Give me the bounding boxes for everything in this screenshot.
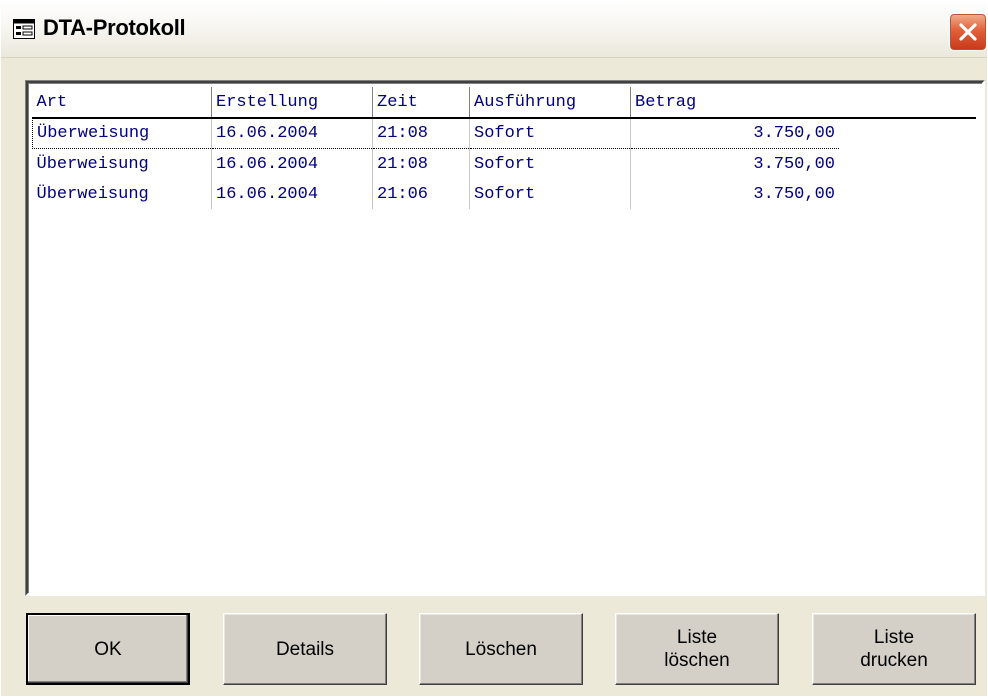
close-icon [959, 23, 977, 41]
details-button[interactable]: Details [223, 613, 387, 685]
cell-betrag: 3.750,00 [630, 117, 839, 149]
table-row[interactable]: Überweisung 16.06.2004 21:08 Sofort 3.75… [32, 117, 839, 149]
cell-ausfuehrung: Sofort [469, 179, 631, 209]
cell-zeit: 21:08 [372, 148, 470, 179]
dta-protokoll-window: DTA-Protokoll Art Erstellung Zeit Ausfüh… [0, 0, 988, 697]
window-title: DTA-Protokoll [43, 15, 186, 40]
column-header-betrag[interactable]: Betrag [630, 87, 839, 118]
ok-button-label: OK [94, 638, 122, 660]
details-button-label: Details [275, 638, 335, 660]
cell-art: Überweisung [32, 117, 212, 149]
delete-button-label: Löschen [465, 638, 537, 660]
cell-betrag: 3.750,00 [630, 179, 839, 209]
table-row[interactable]: Überweisung 16.06.2004 21:08 Sofort 3.75… [33, 148, 839, 179]
ok-button[interactable]: OK [26, 613, 190, 685]
cell-erstellung: 16.06.2004 [211, 148, 373, 179]
column-header-erstellung[interactable]: Erstellung [211, 87, 373, 118]
protocol-table: Art Erstellung Zeit Ausführung Betrag Üb… [32, 87, 839, 209]
cell-art: Überweisung [36, 184, 149, 204]
cell-erstellung: 16.06.2004 [211, 179, 373, 209]
cell-art: Überweisung [36, 154, 149, 174]
cell-zeit: 21:06 [372, 179, 470, 209]
print-list-button-label: Liste drucken [860, 627, 928, 671]
print-list-button[interactable]: Liste drucken [812, 613, 976, 685]
cell-ausfuehrung: Sofort [469, 148, 631, 179]
table-row[interactable]: Überweisung 16.06.2004 21:06 Sofort 3.75… [33, 179, 839, 209]
column-header-zeit[interactable]: Zeit [372, 87, 470, 118]
protocol-list[interactable]: Art Erstellung Zeit Ausführung Betrag Üb… [26, 81, 984, 595]
delete-button[interactable]: Löschen [419, 613, 583, 685]
clear-list-button[interactable]: Liste löschen [615, 613, 779, 685]
cell-zeit: 21:08 [372, 117, 470, 149]
cell-betrag: 3.750,00 [630, 148, 839, 179]
title-bar[interactable]: DTA-Protokoll [1, 1, 987, 58]
cell-ausfuehrung: Sofort [469, 117, 631, 149]
column-header-ausfuehrung[interactable]: Ausführung [469, 87, 631, 118]
column-header-art[interactable]: Art [33, 87, 212, 118]
close-button[interactable] [949, 13, 987, 51]
clear-list-button-label: Liste löschen [664, 627, 730, 671]
form-icon [13, 19, 35, 39]
cell-erstellung: 16.06.2004 [211, 117, 373, 149]
header-divider [32, 117, 976, 119]
table-header: Art Erstellung Zeit Ausführung Betrag [33, 87, 839, 118]
